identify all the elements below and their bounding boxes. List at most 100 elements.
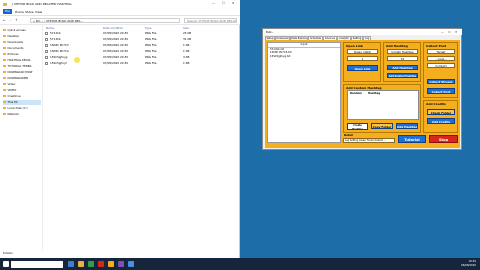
file-explorer-taskbar-icon[interactable] [78,261,84,267]
sidebar-item[interactable]: TUTORIAL TERBA [3,64,41,69]
file-explorer-window: | VHITUR BULK ADD RELATED HASHTAG — ☐ ✕ … [0,0,240,258]
file-row[interactable]: 15K8h Pk7C3 07/08/2020 20:30 PNG File 1 KB [43,43,239,49]
input-list[interactable]: 5712kb.txt 15K8h Pk7C3.txt 15Sk5jgfoyg.txt [268,48,340,58]
check-folder-button[interactable]: Check Folder [427,109,455,115]
sidebar-item[interactable]: Network [3,112,41,117]
hashtag-count-field[interactable]: 15 [387,56,418,61]
sidebar-item-label: Pictures [7,52,19,56]
sidebar-item-label: Downloads [7,40,23,44]
ribbon-tab-file[interactable]: File [3,9,12,14]
column-random[interactable]: Random [350,92,362,95]
minimize-icon[interactable]: — [212,1,215,5]
ribbon-tab-home[interactable]: Home [15,10,24,14]
column-hashtag[interactable]: Hashtag [368,92,380,95]
delay-count-field[interactable]: 1 [347,56,378,61]
hashtag-count-label-field[interactable]: Jumlah Hashtag [387,49,418,54]
sidebar-item-label: Local Disk (C:) [7,106,28,110]
taskbar-search-input[interactable] [11,260,63,268]
sidebar-item[interactable]: HASTHAG KELOL [3,58,41,63]
app-titlebar[interactable]: Bulk... — ☐ ✕ [263,29,462,35]
copy-folder-button[interactable]: Copy Folder [371,123,393,129]
sidebar-item[interactable]: Video [3,82,41,87]
minimize-icon[interactable]: — [441,30,444,34]
column-header-name[interactable]: Name [46,26,54,30]
post-field[interactable]: ...post... [427,56,455,61]
folder-icon [3,82,6,86]
target-field[interactable]: Target [427,49,455,54]
file-name: 5713kb [50,37,61,41]
add-hashtag-button[interactable]: Add Hashtag [387,65,418,70]
collect-stream-button[interactable]: Collect Stream [427,79,455,84]
advance-panel: Input 5712kb.txt 15K8h Pk7C3.txt 15Sk5jgfo… [265,40,460,148]
sidebar-item[interactable]: OneDrive [3,94,41,99]
status-label: Detail [344,134,353,137]
file-size: 25 KB [183,31,192,35]
folder-icon [3,64,6,68]
sidebar-item-label: HASTHAG KELOL [7,58,31,62]
app-taskbar-icon-2[interactable] [98,261,104,267]
custom-hashtag-table[interactable]: Random Hashtag [347,90,419,120]
stop-button[interactable]: Stop [429,135,458,143]
address-input[interactable]: « DC... › VHITUR BULK ADD REL... [30,17,180,23]
column-header-type[interactable]: Type [145,26,151,30]
sidebar-item[interactable]: Downloads [3,40,41,45]
sidebar-item[interactable]: Pictures [3,52,41,57]
jumlah-field[interactable]: (Jumlah) [427,63,455,68]
add-credits-button[interactable]: Add Credits [427,118,455,124]
file-icon [45,44,48,48]
task-view-icon[interactable] [68,261,74,267]
app-taskbar-icon-1[interactable] [88,261,94,267]
list-item[interactable]: 15Sk5jgfoyg.txt [268,55,340,58]
folder-icon [3,76,6,80]
app-taskbar-icon-4[interactable] [128,261,134,267]
sidebar-item[interactable]: Desktop [3,34,41,39]
collect-post-button[interactable]: Collect Post [427,88,455,94]
maximize-icon[interactable]: ☐ [222,1,225,5]
file-size: 1 KB [183,43,190,47]
add-related-hashtag-button[interactable]: Add Related Hashtag [387,73,418,78]
up-icon[interactable]: ↑ [15,18,18,22]
collect-post-title: Collect Post [426,43,447,48]
tutorial-button[interactable]: Tutorial [398,135,426,143]
close-icon[interactable]: ✕ [232,1,235,5]
file-row[interactable]: 15Sk5jgfoyf 07/08/2020 20:30 PNG File 1 KB [43,61,239,67]
sidebar-item[interactable]: DOWNLOADER [3,76,41,81]
column-header-size[interactable]: Size [183,26,189,30]
collect-post-panel: Collect Post Target ...post... (Jumlah) … [423,42,458,98]
close-icon[interactable]: ✕ [455,30,457,34]
delay-field[interactable]: Delay (detik [347,49,378,54]
file-row[interactable]: 15Sk5jgfoyg 07/08/2020 20:30 PNG File 3 KB [43,55,239,61]
maximize-icon[interactable]: ☐ [448,30,451,34]
file-icon [45,50,48,54]
custom-add-hashtag-button[interactable]: Add Hashtag [396,123,418,129]
windows-start-icon[interactable] [3,261,9,267]
file-icon [45,32,48,36]
sidebar-item-label: Documents [7,46,24,50]
file-row[interactable]: 5713kb 07/08/2020 20:30 PNG File 31 KB [43,37,239,43]
create-hashtag-button[interactable]: Create Hashtag [347,123,368,130]
open-link-button[interactable]: Open Link [347,65,378,71]
system-clock[interactable]: 18:45 06/08/2020 [461,260,476,267]
sidebar-item[interactable]: VIDEO [3,88,41,93]
file-row[interactable]: 5712kb 07/08/2020 20:30 PNG File 25 KB [43,31,239,37]
folder-icon [3,28,6,32]
ribbon-tab-view[interactable]: View [35,10,42,14]
sidebar-item[interactable]: This PC [3,100,41,105]
forward-icon[interactable]: → [9,18,12,22]
explorer-titlebar[interactable]: | VHITUR BULK ADD RELATED HASHTAG — ☐ ✕ [0,0,240,8]
back-icon[interactable]: ← [3,18,6,22]
file-icon [45,38,48,42]
column-header-date[interactable]: Date modified [103,26,123,30]
sidebar-item[interactable]: Documents [3,46,41,51]
file-row[interactable]: 15K8h Pk7C4 07/08/2020 20:30 PNG File 1 KB [43,49,239,55]
sidebar-item[interactable]: Local Disk (C:) [3,106,41,111]
search-input[interactable]: Search VHITUR BULK ADD RELATED HASHTAG [184,17,237,23]
app-taskbar-icon-3[interactable] [118,261,124,267]
bulk-hashtag-taskbar-icon[interactable] [108,261,114,267]
folder-icon [3,34,6,38]
ribbon-tab-share[interactable]: Share [25,10,34,14]
sidebar-item[interactable]: DOWNLOAD MULT [3,70,41,75]
navigation-pane: Quick access Desktop Downloads Documents Pic… [0,25,43,250]
sidebar-item[interactable]: Quick access [3,28,41,33]
folder-icon [3,2,7,6]
